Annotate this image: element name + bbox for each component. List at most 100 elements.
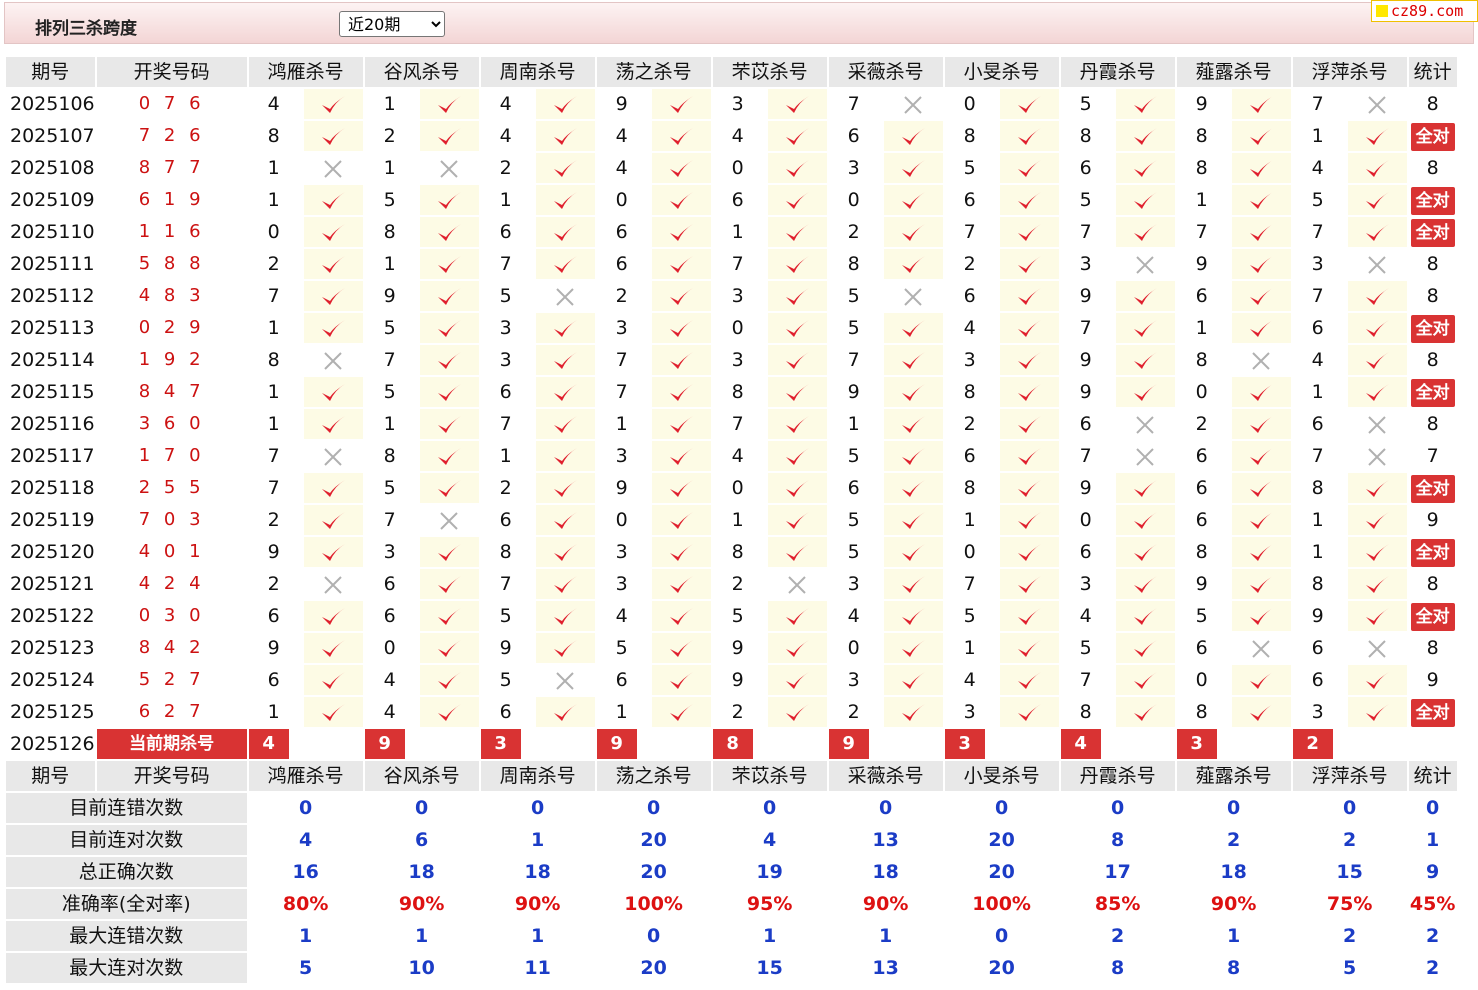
- check-icon: [554, 127, 578, 145]
- issue-number: 2025125: [10, 701, 95, 723]
- stats-value: 1: [763, 925, 777, 947]
- current-kill-number: 8: [712, 729, 753, 759]
- stats-value: 16: [292, 861, 319, 883]
- check-icon: [1250, 127, 1274, 145]
- result-correct: [1347, 697, 1407, 727]
- check-icon: [670, 159, 694, 177]
- kill-number: 3: [383, 541, 396, 563]
- result-correct: [303, 473, 363, 503]
- kill-number: 7: [847, 349, 860, 371]
- period-select[interactable]: 近20期: [339, 11, 445, 37]
- result-correct: [1115, 377, 1175, 407]
- table-row: 2025110 1 1 6 0 8 6 6 1 2 7 7 7 7 全对: [6, 217, 1457, 247]
- stats-value: 0: [763, 797, 777, 819]
- col-header-expert: 采薇杀号: [828, 57, 943, 87]
- check-icon: [670, 127, 694, 145]
- result-correct: [883, 249, 943, 279]
- stats-value: 20: [988, 957, 1015, 979]
- result-correct: [1231, 505, 1291, 535]
- stats-value: 90%: [1210, 893, 1257, 915]
- result-correct: [767, 217, 827, 247]
- col-header-expert: 芣苡杀号: [712, 57, 827, 87]
- check-icon: [1250, 671, 1274, 689]
- check-icon: [554, 255, 578, 273]
- draw-numbers: 8 4 2: [138, 637, 205, 658]
- result-correct: [999, 665, 1059, 695]
- check-icon: [1366, 511, 1390, 529]
- kill-number: 7: [731, 253, 744, 275]
- kill-number: 5: [847, 509, 860, 531]
- kill-number: 9: [1079, 477, 1092, 499]
- kill-number: 0: [615, 509, 628, 531]
- row-total: 全对: [1409, 601, 1457, 631]
- cross-icon: [904, 287, 922, 306]
- row-total: 全对: [1409, 217, 1457, 247]
- result-correct: [303, 665, 363, 695]
- kill-number: 7: [963, 221, 976, 243]
- kill-number: 3: [963, 349, 976, 371]
- stats-value: 13: [872, 957, 899, 979]
- result-correct: [1347, 505, 1407, 535]
- kill-number: 1: [615, 701, 628, 723]
- current-kill-cell: 9: [596, 729, 711, 759]
- result-correct: [1347, 537, 1407, 567]
- result-correct: [999, 633, 1059, 663]
- issue-number: 2025108: [10, 157, 95, 179]
- kill-number: 1: [267, 317, 280, 339]
- kill-number: 8: [1079, 125, 1092, 147]
- cross-icon: [440, 511, 458, 530]
- site-badge[interactable]: cz89.com: [1371, 0, 1478, 22]
- check-icon: [438, 575, 462, 593]
- check-icon: [438, 543, 462, 561]
- col-header-expert: 谷风杀号: [364, 57, 479, 87]
- kill-number: 6: [1195, 477, 1208, 499]
- result-correct: [651, 601, 711, 631]
- current-kill-number: 4: [248, 729, 289, 759]
- result-correct: [1231, 249, 1291, 279]
- kill-number: 1: [1195, 317, 1208, 339]
- result-correct: [1115, 601, 1175, 631]
- table-row: 2025121 4 2 4 2 6 7 3 2 3 7 3 9 8 8: [6, 569, 1457, 599]
- result-correct: [535, 505, 595, 535]
- check-icon: [1250, 287, 1274, 305]
- all-correct-badge: 全对: [1410, 186, 1455, 215]
- check-icon: [1018, 127, 1042, 145]
- kill-number: 0: [731, 317, 744, 339]
- result-correct: [1115, 281, 1175, 311]
- check-icon: [322, 127, 346, 145]
- row-total: 8: [1426, 573, 1439, 595]
- check-icon: [1366, 223, 1390, 241]
- stats-value: 1: [531, 925, 545, 947]
- current-kill-cell: 4: [248, 729, 363, 759]
- col-header-expert: 周南杀号: [480, 761, 595, 791]
- check-icon: [322, 255, 346, 273]
- kill-number: 3: [1079, 573, 1092, 595]
- draw-numbers: 0 7 6: [138, 93, 205, 114]
- check-icon: [902, 671, 926, 689]
- row-total: 8: [1426, 285, 1439, 307]
- kill-number: 2: [731, 573, 744, 595]
- stats-value: 18: [408, 861, 435, 883]
- stats-row: 目前连对次数 4 6 1 20 4 13 20 8 2 2 1: [6, 825, 1457, 855]
- result-correct: [535, 345, 595, 375]
- check-icon: [554, 479, 578, 497]
- check-icon: [438, 671, 462, 689]
- result-correct: [303, 505, 363, 535]
- stats-value: 2: [1426, 925, 1440, 947]
- kill-number: 6: [267, 605, 280, 627]
- kill-number: 9: [1079, 349, 1092, 371]
- cross-icon: [324, 159, 342, 178]
- col-header-expert: 薤露杀号: [1176, 57, 1291, 87]
- current-kill-cell: 3: [1176, 729, 1291, 759]
- result-correct: [1347, 345, 1407, 375]
- draw-numbers: 7 2 6: [138, 125, 205, 146]
- kill-number: 7: [963, 573, 976, 595]
- check-icon: [438, 127, 462, 145]
- result-correct: [651, 249, 711, 279]
- table-row: 2025125 6 2 7 1 4 6 1 2 2 3 8 8 3 全对: [6, 697, 1457, 727]
- page-title: 排列三杀跨度: [35, 19, 137, 39]
- row-total: 全对: [1409, 313, 1457, 343]
- check-icon: [322, 223, 346, 241]
- col-header-expert: 荡之杀号: [596, 57, 711, 87]
- kill-number: 9: [847, 381, 860, 403]
